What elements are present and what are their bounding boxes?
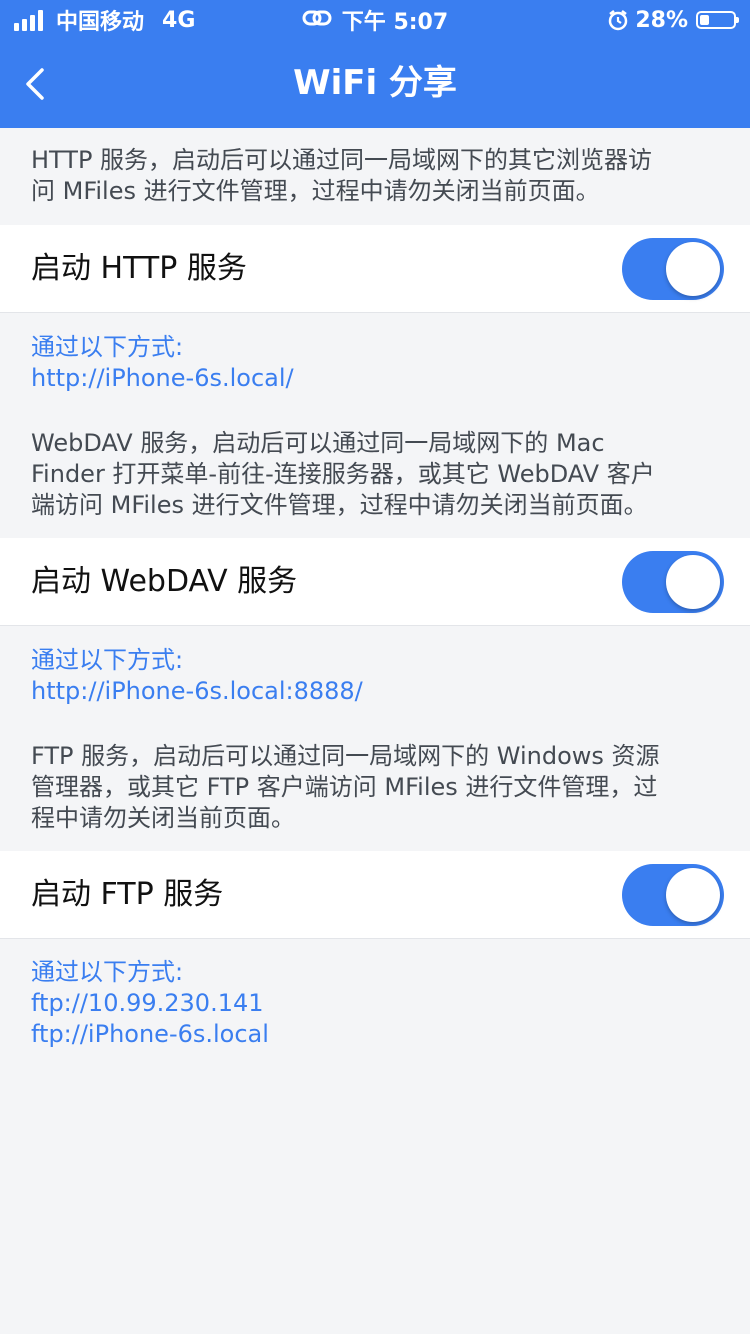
http-access-info: 通过以下方式: http://iPhone-6s.local/ [31,332,294,394]
battery-percentage: 28% [635,7,688,33]
ftp-service-description: FTP 服务，启动后可以通过同一局域网下的 Windows 资源 管理器，或其它… [31,742,660,832]
toggle-knob [666,555,720,609]
ftp-access-label: 通过以下方式: [31,958,184,986]
webdav-access-label: 通过以下方式: [31,646,184,674]
http-service-description: HTTP 服务，启动后可以通过同一局域网下的其它浏览器访 问 MFiles 进行… [31,146,653,205]
http-service-toggle[interactable] [622,238,724,300]
ftp-address-link[interactable]: ftp://iPhone-6s.local [31,1019,269,1050]
alarm-icon [609,10,628,31]
webdav-service-toggle[interactable] [622,551,724,613]
webdav-access-info: 通过以下方式: http://iPhone-6s.local:8888/ [31,645,363,707]
http-access-label: 通过以下方式: [31,333,184,361]
page-title: WiFi 分享 [293,63,457,103]
ftp-address-link[interactable]: ftp://10.99.230.141 [31,988,269,1019]
personal-hotspot-icon [302,10,332,26]
battery-icon [696,11,739,29]
ftp-service-toggle[interactable] [622,864,724,926]
top-bar: 中国移动 4G 下午 5:07 28% WiFi 分享 [0,0,750,128]
status-bar: 中国移动 4G 下午 5:07 28% [0,0,750,40]
webdav-address-link[interactable]: http://iPhone-6s.local:8888/ [31,676,363,707]
webdav-toggle-label: 启动 WebDAV 服务 [31,564,298,599]
toggle-knob [666,868,720,922]
clock: 下午 5:07 [341,10,449,35]
webdav-service-description: WebDAV 服务，启动后可以通过同一局域网下的 Mac Finder 打开菜单… [31,429,655,519]
http-address-link[interactable]: http://iPhone-6s.local/ [31,363,294,394]
ftp-access-info: 通过以下方式: ftp://10.99.230.141 ftp://iPhone… [31,957,269,1050]
http-toggle-row: 启动 HTTP 服务 [0,225,750,313]
http-toggle-label: 启动 HTTP 服务 [31,251,247,286]
toggle-knob [666,242,720,296]
battery-level-fill [700,15,709,25]
ftp-toggle-row: 启动 FTP 服务 [0,851,750,939]
webdav-toggle-row: 启动 WebDAV 服务 [0,538,750,626]
navigation-bar: WiFi 分享 [0,40,750,128]
ftp-toggle-label: 启动 FTP 服务 [31,877,224,912]
